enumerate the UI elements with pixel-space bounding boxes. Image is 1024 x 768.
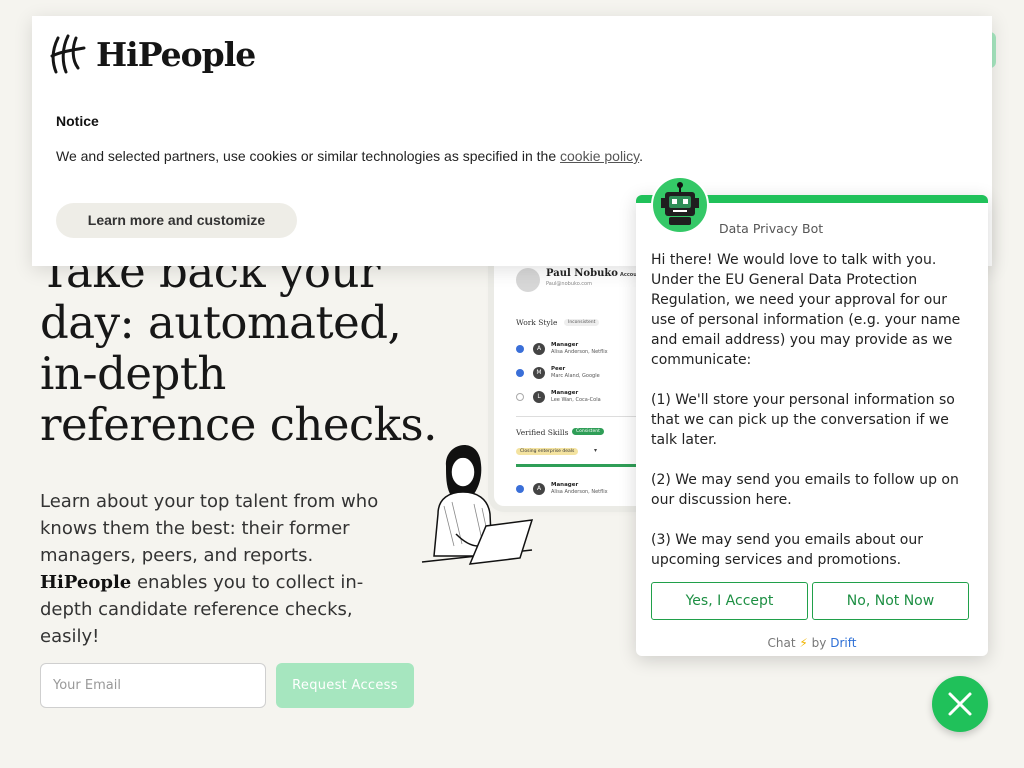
profile-name: Paul Nobuko (546, 268, 618, 279)
work-style-heading: Work Style (516, 318, 558, 327)
request-access-button[interactable]: Request Access (276, 663, 414, 708)
hero-subtitle-text: Learn about your top talent from who kno… (40, 491, 379, 566)
reference-initial: M (533, 367, 545, 379)
chat-footer-by: by (811, 636, 827, 650)
hero-title-line: day: automated, (40, 296, 402, 349)
close-icon (948, 692, 972, 716)
chat-footer-chat: Chat (767, 636, 796, 650)
cookie-text-end: . (639, 148, 644, 164)
hero-title-line: reference checks. (40, 398, 437, 451)
email-input[interactable]: Your Email (40, 663, 266, 708)
reference-person: Alisa Anderson, Netflix (551, 349, 608, 355)
reference-person: Alisa Anderson, Netflix (551, 489, 608, 495)
profile-email: Paul@nobuko.com (546, 281, 592, 287)
checkbox-empty-icon (516, 393, 524, 401)
close-chat-button[interactable] (932, 676, 988, 732)
chat-message: Hi there! We would love to talk with you… (651, 252, 961, 608)
bolt-icon: ⚡ (799, 636, 808, 650)
bot-icon (661, 182, 699, 225)
hero-subtitle: Learn about your top talent from who kno… (40, 488, 410, 650)
reference-role: Peer (551, 366, 566, 372)
hipeople-logo-icon (50, 34, 86, 74)
cookie-policy-link[interactable]: cookie policy (560, 148, 639, 164)
bot-name: Data Privacy Bot (719, 221, 824, 236)
account-label: Accou (620, 272, 637, 278)
checkbox-checked-icon (516, 345, 524, 353)
chat-panel: Data Privacy Bot Hi there! We would love… (636, 195, 988, 656)
hero-title-line: in-depth (40, 347, 226, 400)
checkbox-checked-icon (516, 369, 524, 377)
cookie-logo: HiPeople (50, 34, 256, 74)
drift-link: Drift (830, 636, 857, 650)
hero-title: Take back your day: automated, in-depth … (40, 246, 460, 450)
bot-avatar (651, 176, 709, 234)
reference-person: Marc Aland, Google (551, 373, 600, 379)
learn-more-button[interactable]: Learn more and customize (56, 203, 297, 238)
hero-subtitle-brand: HiPeople (40, 572, 132, 593)
reference-person: Lee Wan, Coca-Cola (551, 397, 601, 403)
reference-role: Manager (551, 482, 579, 488)
skills-tag: Consistent (572, 428, 604, 435)
cookie-title: Notice (56, 113, 99, 129)
work-style-tag: Inconsistent (564, 319, 600, 326)
cookie-text: We and selected partners, use cookies or… (56, 148, 643, 164)
email-placeholder: Your Email (53, 678, 121, 693)
hipeople-wordmark: HiPeople (96, 34, 256, 74)
decline-button[interactable]: No, Not Now (812, 582, 969, 620)
reference-role: Manager (551, 342, 579, 348)
reference-role: Manager (551, 390, 579, 396)
chevron-down-icon: ▾ (594, 447, 598, 454)
woman-laptop-illustration (421, 444, 534, 565)
cookie-text-body: We and selected partners, use cookies or… (56, 148, 557, 164)
reference-initial: L (533, 391, 545, 403)
reference-initial: A (533, 343, 545, 355)
accept-button[interactable]: Yes, I Accept (651, 582, 808, 620)
chat-footer[interactable]: Chat ⚡ by Drift (636, 636, 988, 650)
profile-avatar (516, 268, 540, 292)
